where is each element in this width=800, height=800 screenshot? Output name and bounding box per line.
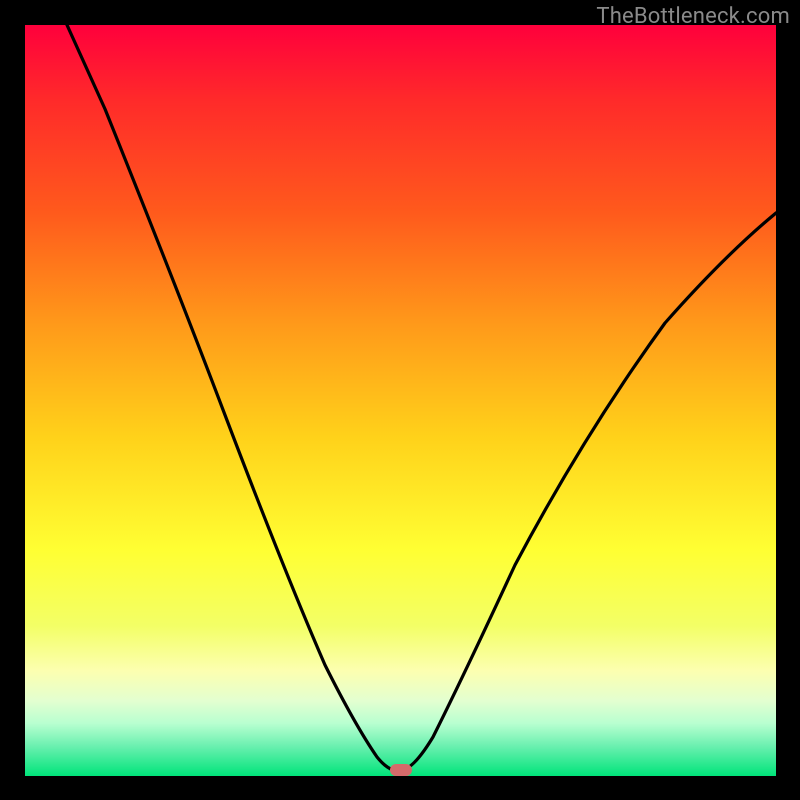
plot-area (25, 25, 776, 776)
optimal-point-marker (390, 764, 412, 776)
chart-container: TheBottleneck.com (0, 0, 800, 800)
bottleneck-curve (25, 25, 776, 776)
watermark-text: TheBottleneck.com (596, 4, 790, 29)
